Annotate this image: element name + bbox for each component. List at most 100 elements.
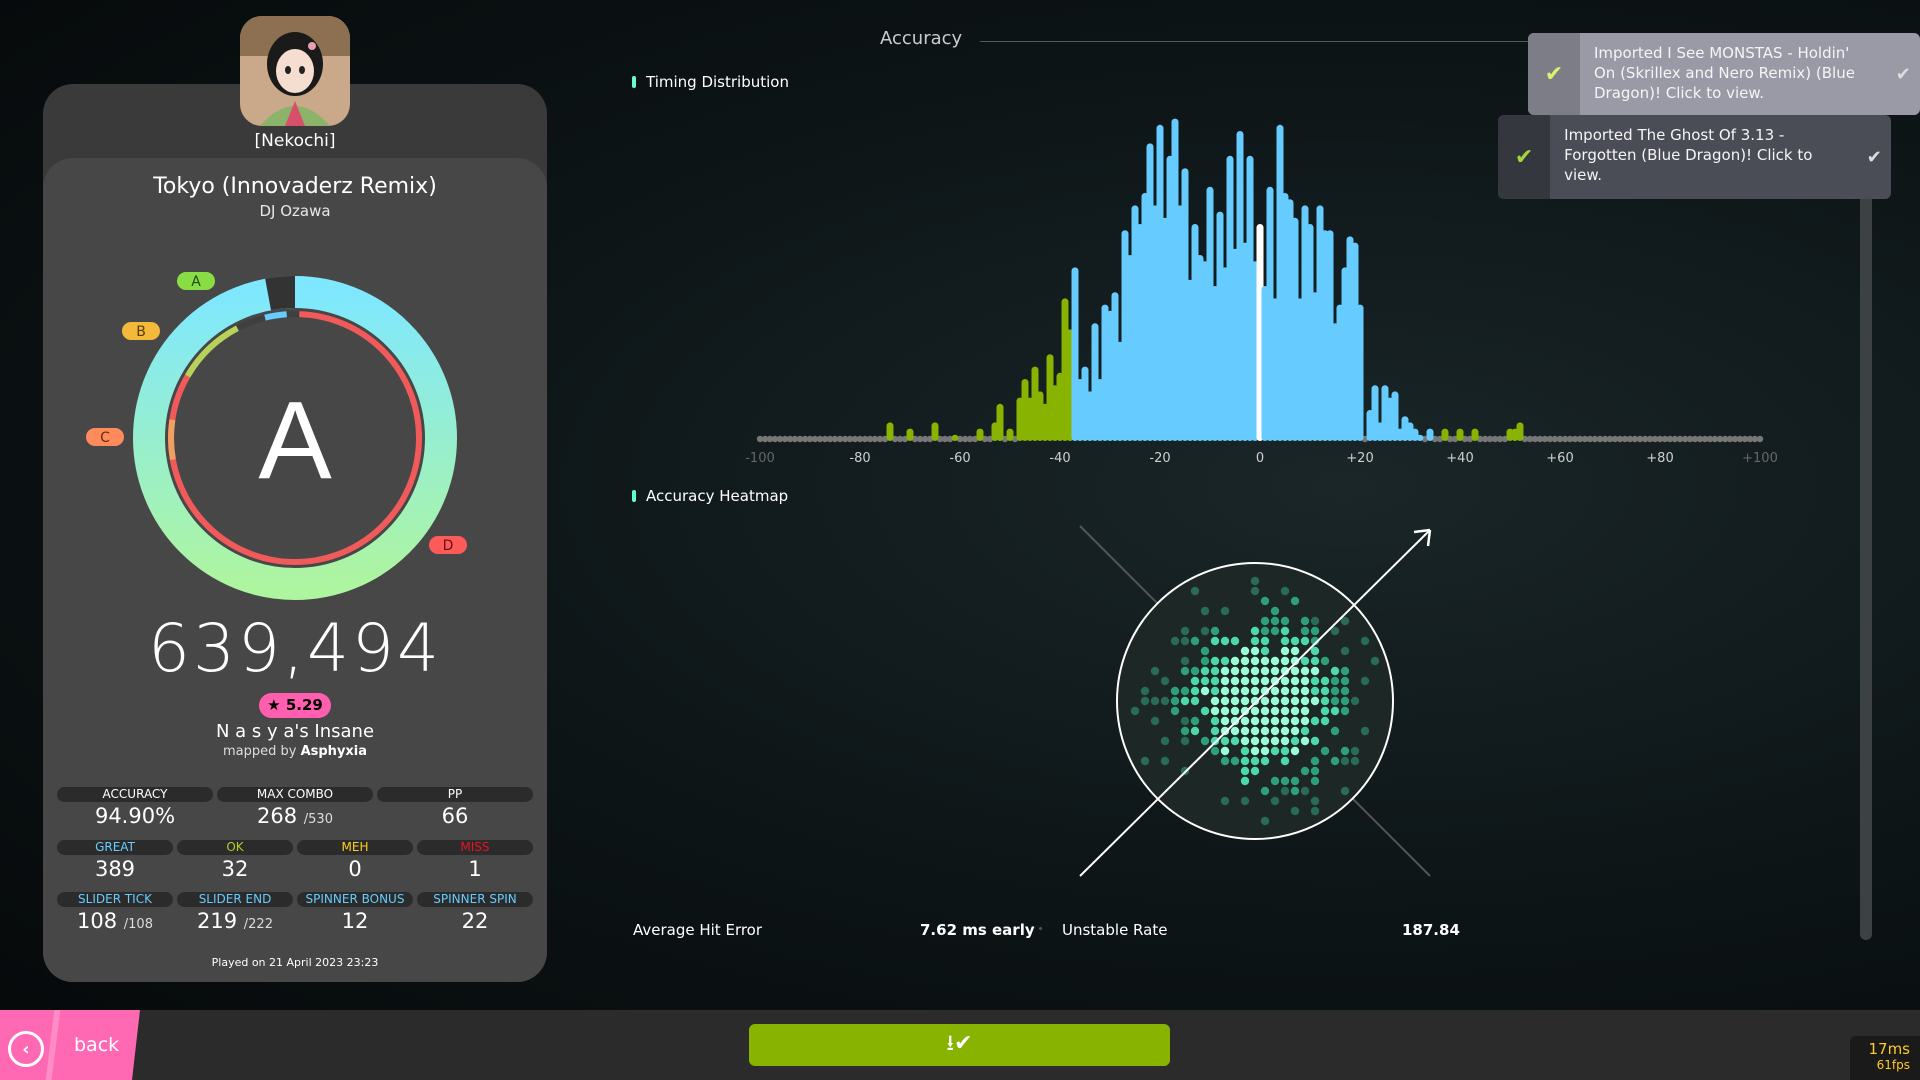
- heatmap-dot: [1270, 716, 1280, 726]
- svg-text:D: D: [443, 538, 454, 554]
- heatmap-dot: [1250, 716, 1260, 726]
- heatmap-dot: [1180, 636, 1190, 646]
- heatmap-dot: [1320, 706, 1330, 716]
- heatmap-dot: [1200, 736, 1210, 746]
- heatmap-dot: [1240, 666, 1250, 676]
- heatmap-dot: [1350, 746, 1360, 756]
- heatmap-dot: [1270, 686, 1280, 696]
- heatmap-dot: [1320, 656, 1330, 666]
- heatmap-dot: [1210, 626, 1220, 636]
- dismiss-check-icon[interactable]: ✔: [1887, 33, 1920, 115]
- heatmap-dot: [1240, 726, 1250, 736]
- heatmap-dot: [1240, 756, 1250, 766]
- heatmap-dot: [1230, 696, 1240, 706]
- notification-text: Imported I See MONSTAS - Holdin' On (Skr…: [1594, 44, 1855, 102]
- heatmap-dot: [1270, 706, 1280, 716]
- heatmap-dot: [1250, 646, 1260, 656]
- heatmap-dot: [1200, 706, 1210, 716]
- accuracy-heatmap: [1079, 525, 1432, 877]
- heatmap-dot: [1230, 666, 1240, 676]
- heatmap-dot: [1310, 756, 1320, 766]
- heatmap-dot: [1350, 696, 1360, 706]
- notification-import-2[interactable]: ✔ Imported The Ghost Of 3.13 - Forgotten…: [1498, 115, 1891, 199]
- heatmap-dot: [1290, 776, 1300, 786]
- heatmap-dot: [1250, 576, 1260, 586]
- stat-miss: MISS 1: [417, 840, 533, 881]
- heatmap-dot: [1340, 676, 1350, 686]
- heatmap-dot: [1260, 676, 1270, 686]
- heatmap-dot: [1200, 626, 1210, 636]
- heatmap-dot: [1260, 696, 1270, 706]
- heatmap-dot: [1250, 656, 1260, 666]
- heatmap-dot: [1330, 726, 1340, 736]
- heatmap-dot: [1210, 676, 1220, 686]
- histogram-bar: [1356, 304, 1364, 441]
- axis-tick-label: +20: [1346, 451, 1373, 466]
- stat-spinner-bonus: SPINNER BONUS 12: [297, 892, 413, 933]
- heatmap-dot: [1280, 656, 1290, 666]
- heatmap-dot: [1240, 736, 1250, 746]
- heatmap-dot: [1250, 676, 1260, 686]
- svg-text:A: A: [191, 274, 201, 290]
- heatmap-dot: [1280, 776, 1290, 786]
- heatmap-dot: [1260, 646, 1270, 656]
- heatmap-dot: [1250, 626, 1260, 636]
- total-score: 639,494: [148, 610, 442, 687]
- notification-import-1[interactable]: ✔ Imported I See MONSTAS - Holdin' On (S…: [1528, 33, 1920, 115]
- heatmap-dot: [1190, 676, 1200, 686]
- heatmap-dot: [1280, 676, 1290, 686]
- heatmap-dot: [1230, 726, 1240, 736]
- username[interactable]: [Nekochi]: [195, 131, 395, 151]
- heatmap-dot: [1300, 726, 1310, 736]
- stat-slider-tick: SLIDER TICK 108 /108: [57, 892, 173, 933]
- stat-ok: OK 32: [177, 840, 293, 881]
- heatmap-dot: [1280, 736, 1290, 746]
- heatmap-dot: [1130, 706, 1140, 716]
- stat-meh: MEH 0: [297, 840, 413, 881]
- heatmap-dot: [1240, 716, 1250, 726]
- heatmap-dot: [1320, 716, 1330, 726]
- histogram-bar: [931, 422, 939, 441]
- heatmap-dot: [1290, 596, 1300, 606]
- dismiss-check-icon[interactable]: ✔: [1857, 115, 1891, 199]
- fps-counter: 17ms 61fps: [1850, 1036, 1920, 1080]
- histogram-bar: [1416, 434, 1424, 441]
- heatmap-dot: [1250, 666, 1260, 676]
- heatmap-dot: [1270, 796, 1280, 806]
- back-button[interactable]: ‹ back: [0, 1010, 140, 1080]
- played-date: Played on 21 April 2023 23:23: [211, 956, 379, 969]
- heatmap-dot: [1170, 696, 1180, 706]
- heatmap-dot: [1280, 586, 1290, 596]
- axis-tick-label: -60: [949, 451, 970, 466]
- heatmap-dot: [1260, 816, 1270, 826]
- heatmap-dot: [1220, 756, 1230, 766]
- heatmap-dot: [1270, 776, 1280, 786]
- heatmap-dot: [1180, 726, 1190, 736]
- heatmap-dot: [1340, 646, 1350, 656]
- avatar[interactable]: [240, 16, 350, 126]
- heatmap-dot: [1150, 716, 1160, 726]
- heatmap-dot: [1240, 746, 1250, 756]
- star-rating-badge: ★ 5.29: [259, 693, 331, 718]
- heatmap-dot: [1200, 656, 1210, 666]
- heatmap-dot: [1260, 626, 1270, 636]
- heatmap-dot: [1290, 706, 1300, 716]
- heatmap-dot: [1140, 686, 1150, 696]
- heatmap-dot: [1290, 726, 1300, 736]
- heatmap-dot: [1240, 776, 1250, 786]
- accuracy-header[interactable]: Accuracy: [880, 28, 962, 49]
- heatmap-dot: [1360, 726, 1370, 736]
- back-label: back: [74, 1034, 120, 1056]
- heatmap-dot: [1180, 716, 1190, 726]
- stat-max-combo: MAX COMBO 268 /530: [217, 787, 373, 828]
- heatmap-dot: [1320, 686, 1330, 696]
- download-button[interactable]: ⭳✔: [749, 1024, 1170, 1066]
- rank-marker-c: C: [86, 428, 124, 446]
- heatmap-dot: [1180, 656, 1190, 666]
- heatmap-dot: [1190, 686, 1200, 696]
- heatmap-dot: [1160, 696, 1170, 706]
- heatmap-dot: [1140, 696, 1150, 706]
- heatmap-dot: [1310, 766, 1320, 776]
- scrollbar[interactable]: [1860, 190, 1872, 940]
- heatmap-dot: [1290, 696, 1300, 706]
